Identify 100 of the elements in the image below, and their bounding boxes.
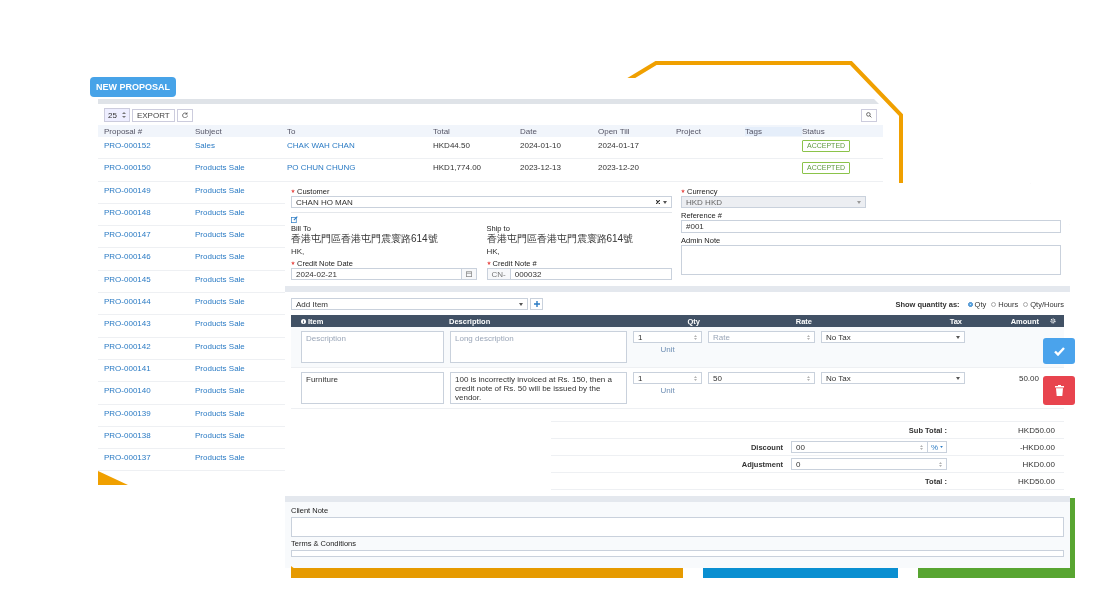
tax-select[interactable]: No Tax	[821, 372, 965, 384]
subject-link[interactable]: Products Sale	[195, 230, 287, 240]
description-field[interactable]: Long description	[450, 331, 627, 363]
total-value: HKD0.00	[1021, 459, 1056, 469]
subject-link[interactable]: Products Sale	[195, 163, 287, 173]
column-header[interactable]: Subject	[195, 126, 287, 136]
page-size-select[interactable]: 25	[104, 108, 130, 122]
proposal-number-link[interactable]: PRO-000141	[104, 363, 195, 373]
credit-note-number-field[interactable]: 000032	[509, 268, 672, 280]
spin-icon	[694, 334, 697, 340]
customer-link[interactable]: CHAK WAH CHAN	[287, 141, 433, 150]
column-header[interactable]: Date	[520, 126, 598, 136]
check-icon	[1053, 346, 1065, 356]
proposal-number-link[interactable]: PRO-000143	[104, 319, 195, 329]
proposal-number-link[interactable]: PRO-000149	[104, 185, 195, 195]
proposal-number-link[interactable]: PRO-000137	[104, 453, 195, 463]
adjustment-field[interactable]: 0	[791, 458, 947, 470]
subject-link[interactable]: Products Sale	[195, 319, 287, 329]
customer-link[interactable]: PO CHUN CHUNG	[287, 163, 433, 173]
column-header[interactable]: To	[287, 126, 433, 136]
address-line: 香港屯門區香港屯門震寰路614號	[291, 233, 439, 245]
unit-label: Unit	[659, 386, 676, 395]
caret-icon	[663, 200, 667, 204]
info-icon	[301, 318, 306, 324]
total-value: HKD50.00	[1017, 425, 1056, 435]
column-header[interactable]: Open Till	[598, 126, 676, 136]
clear-icon	[656, 200, 660, 204]
add-item-select[interactable]: Add Item	[291, 298, 528, 310]
proposal-number-link[interactable]: PRO-000152	[104, 141, 195, 150]
caret-icon	[857, 200, 861, 204]
address-line: HK,	[486, 247, 501, 256]
item-field[interactable]: Description	[301, 331, 444, 363]
discount-type-dropdown[interactable]: %	[927, 441, 947, 453]
edit-icon[interactable]	[291, 216, 298, 223]
date-field[interactable]: 2024-02-21	[291, 268, 477, 280]
column-header[interactable]: Status	[802, 126, 877, 136]
address-line: HK,	[291, 247, 306, 256]
subject-link[interactable]: Products Sale	[195, 341, 287, 351]
subject-link[interactable]: Products Sale	[195, 363, 287, 373]
subject-link[interactable]: Products Sale	[195, 297, 287, 307]
column-header[interactable]: Project	[676, 126, 745, 136]
reference-field[interactable]: #001	[681, 220, 1061, 233]
spin-icon	[919, 444, 923, 450]
address-line: 香港屯門區香港屯門震寰路614號	[486, 233, 635, 245]
export-button[interactable]: EXPORT	[131, 108, 175, 122]
column-header[interactable]: Tags	[745, 126, 802, 136]
proposal-number-link[interactable]: PRO-000140	[104, 386, 195, 396]
add-button[interactable]	[530, 298, 543, 310]
delete-button[interactable]	[1043, 376, 1075, 405]
subject-link[interactable]: Products Sale	[195, 207, 287, 217]
spin-icon	[807, 375, 810, 381]
subject-link[interactable]: Products Sale	[195, 453, 287, 463]
caret-icon	[956, 335, 960, 339]
search-button[interactable]	[861, 108, 877, 122]
quantity-field[interactable]: 1	[633, 372, 702, 384]
description-field[interactable]: 100 is incorrectly invoiced at Rs. 150, then a credit note of Rs. 50 will be issued by the vendor.	[450, 372, 627, 404]
proposal-number-link[interactable]: PRO-000145	[104, 274, 195, 284]
proposal-number-link[interactable]: PRO-000150	[104, 163, 195, 173]
quantity-field[interactable]: 1	[633, 331, 702, 343]
plus-icon	[533, 301, 540, 307]
subject-link[interactable]: Products Sale	[195, 430, 287, 440]
column-header[interactable]: Proposal #	[104, 126, 195, 136]
calendar-icon	[465, 271, 472, 277]
date-cell-text: 2023-12-13	[520, 163, 562, 173]
refresh-button[interactable]	[176, 108, 193, 122]
discount-field[interactable]: 00	[791, 441, 928, 453]
proposal-number-link[interactable]: PRO-000139	[104, 408, 195, 418]
subject-link[interactable]: Products Sale	[195, 252, 287, 262]
spin-icon	[121, 112, 126, 118]
item-field[interactable]: Furniture	[301, 372, 444, 404]
proposal-number-link[interactable]: PRO-000144	[104, 297, 195, 307]
column-header[interactable]: Total	[433, 126, 520, 136]
proposal-number-link[interactable]: PRO-000147	[104, 230, 195, 240]
subject-link[interactable]: Products Sale	[195, 274, 287, 284]
search-icon	[866, 112, 872, 118]
caret-icon	[940, 446, 943, 448]
subject-link[interactable]: Products Sale	[195, 386, 287, 396]
refresh-icon	[181, 112, 188, 118]
proposal-number-link[interactable]: PRO-000146	[104, 252, 195, 262]
rate-field[interactable]: 50	[708, 372, 815, 384]
rate-field[interactable]: Rate	[708, 331, 815, 343]
subject-link[interactable]: Products Sale	[195, 408, 287, 418]
tax-select[interactable]: No Tax	[821, 331, 965, 343]
customer-select[interactable]: CHAN HO MAN	[291, 196, 672, 208]
subject-link[interactable]: Products Sale	[195, 185, 287, 195]
confirm-button[interactable]	[1043, 338, 1075, 364]
subject-link[interactable]: Sales	[195, 141, 287, 150]
total-cell-text: HKD44.50	[433, 141, 471, 150]
proposal-number-link[interactable]: PRO-000148	[104, 207, 195, 217]
new-proposal-button[interactable]: NEW PROPOSAL	[90, 77, 176, 97]
terms-field[interactable]	[291, 550, 1064, 557]
caret-icon	[956, 376, 960, 380]
client-note-field[interactable]	[291, 517, 1064, 537]
total-value: HKD50.00	[1017, 476, 1056, 486]
proposal-number-link[interactable]: PRO-000142	[104, 341, 195, 351]
open-till-cell-text: 2024-01-17	[598, 141, 640, 150]
admin-note-field[interactable]	[681, 245, 1061, 275]
settings-icon[interactable]	[1050, 318, 1056, 324]
spin-icon	[694, 375, 697, 381]
proposal-number-link[interactable]: PRO-000138	[104, 430, 195, 440]
